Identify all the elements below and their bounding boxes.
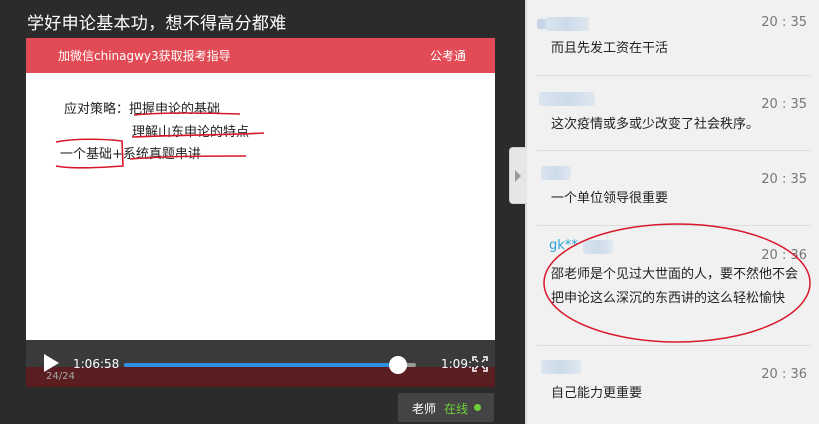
total-time: 1:09: — [441, 357, 472, 371]
page-title: 学好申论基本功，想不得高分都难 — [27, 14, 287, 34]
chat-username — [537, 164, 583, 182]
chat-time: 20 : 36 — [761, 248, 807, 263]
chat-time: 20 : 35 — [761, 172, 807, 187]
collapse-panel-button[interactable] — [509, 147, 527, 204]
progress-track[interactable] — [124, 356, 416, 374]
online-dot-icon — [474, 404, 481, 411]
banner-brand-text: 公考通 — [429, 49, 466, 63]
chat-message: gk** 20 : 36 邵老师是个见过大世面的人，要不然他不会把申论这么深沉的… — [537, 238, 811, 346]
slide-line-basis: 一个基础+系统真题串讲 — [60, 147, 201, 162]
lecture-slide: 加微信chinagwy3获取报考指导 公考通 应对策略：把握申论的基础 理解山东… — [26, 38, 495, 340]
chat-time: 20 : 36 — [761, 367, 807, 382]
banner-wechat-text: 加微信chinagwy3获取报考指导 — [58, 49, 231, 63]
chat-text: 而且先发工资在干活 — [551, 41, 669, 56]
slide-line-strategy: 应对策略：把握申论的基础 — [64, 102, 221, 117]
panel-divider — [525, 0, 527, 424]
video-panel: 学好申论基本功，想不得高分都难 加微信chinagwy3获取报考指导 公考通 应… — [0, 0, 525, 424]
fullscreen-icon[interactable] — [472, 356, 488, 372]
chat-text: 一个单位领导很重要 — [551, 191, 669, 206]
teacher-status-badge[interactable]: 老师 在线 — [398, 393, 494, 422]
chat-time: 20 : 35 — [761, 15, 807, 30]
redacted-name-blur — [541, 166, 571, 180]
chat-text: 自己能力更重要 — [551, 386, 643, 401]
chat-time: 20 : 35 — [761, 97, 807, 112]
chat-username: gk** — [537, 238, 627, 256]
chat-message: 20 : 35 这次疫情或多或少改变了社会秩序。 — [537, 90, 811, 151]
chat-message: 20 : 35 而且先发工资在干活 — [537, 15, 811, 76]
chevron-right-icon — [515, 170, 521, 182]
chat-message: 20 : 35 一个单位领导很重要 — [537, 164, 811, 226]
progress-fill — [124, 363, 399, 367]
redacted-name-blur — [583, 240, 613, 254]
redacted-name-blur — [541, 360, 581, 374]
chat-text: 这次疫情或多或少改变了社会秩序。 — [551, 117, 760, 132]
teacher-label: 老师 — [412, 402, 437, 416]
current-time: 1:06:58 — [73, 357, 120, 371]
chat-message: 20 : 36 自己能力更重要 — [537, 358, 811, 424]
slide-banner: 加微信chinagwy3获取报考指导 公考通 — [26, 38, 495, 73]
chat-text: 邵老师是个见过大世面的人，要不然他不会把申论这么深沉的东西讲的这么轻松愉快 — [551, 267, 799, 306]
slide-line-features: 理解山东申论的特点 — [132, 125, 250, 140]
page-indicator: 24/24 — [46, 371, 75, 382]
video-controls: 1:06:58 1:09: 24/24 — [26, 340, 495, 387]
redacted-name-blur — [539, 92, 595, 106]
play-icon[interactable] — [44, 354, 59, 372]
teacher-online-text: 在线 — [444, 402, 469, 416]
chat-username-text: gk** — [549, 238, 578, 253]
redacted-name-blur — [545, 17, 589, 31]
chat-username — [537, 90, 595, 108]
chat-username — [537, 15, 589, 33]
handwritten-annotations — [55, 112, 265, 169]
chat-username — [537, 358, 583, 376]
